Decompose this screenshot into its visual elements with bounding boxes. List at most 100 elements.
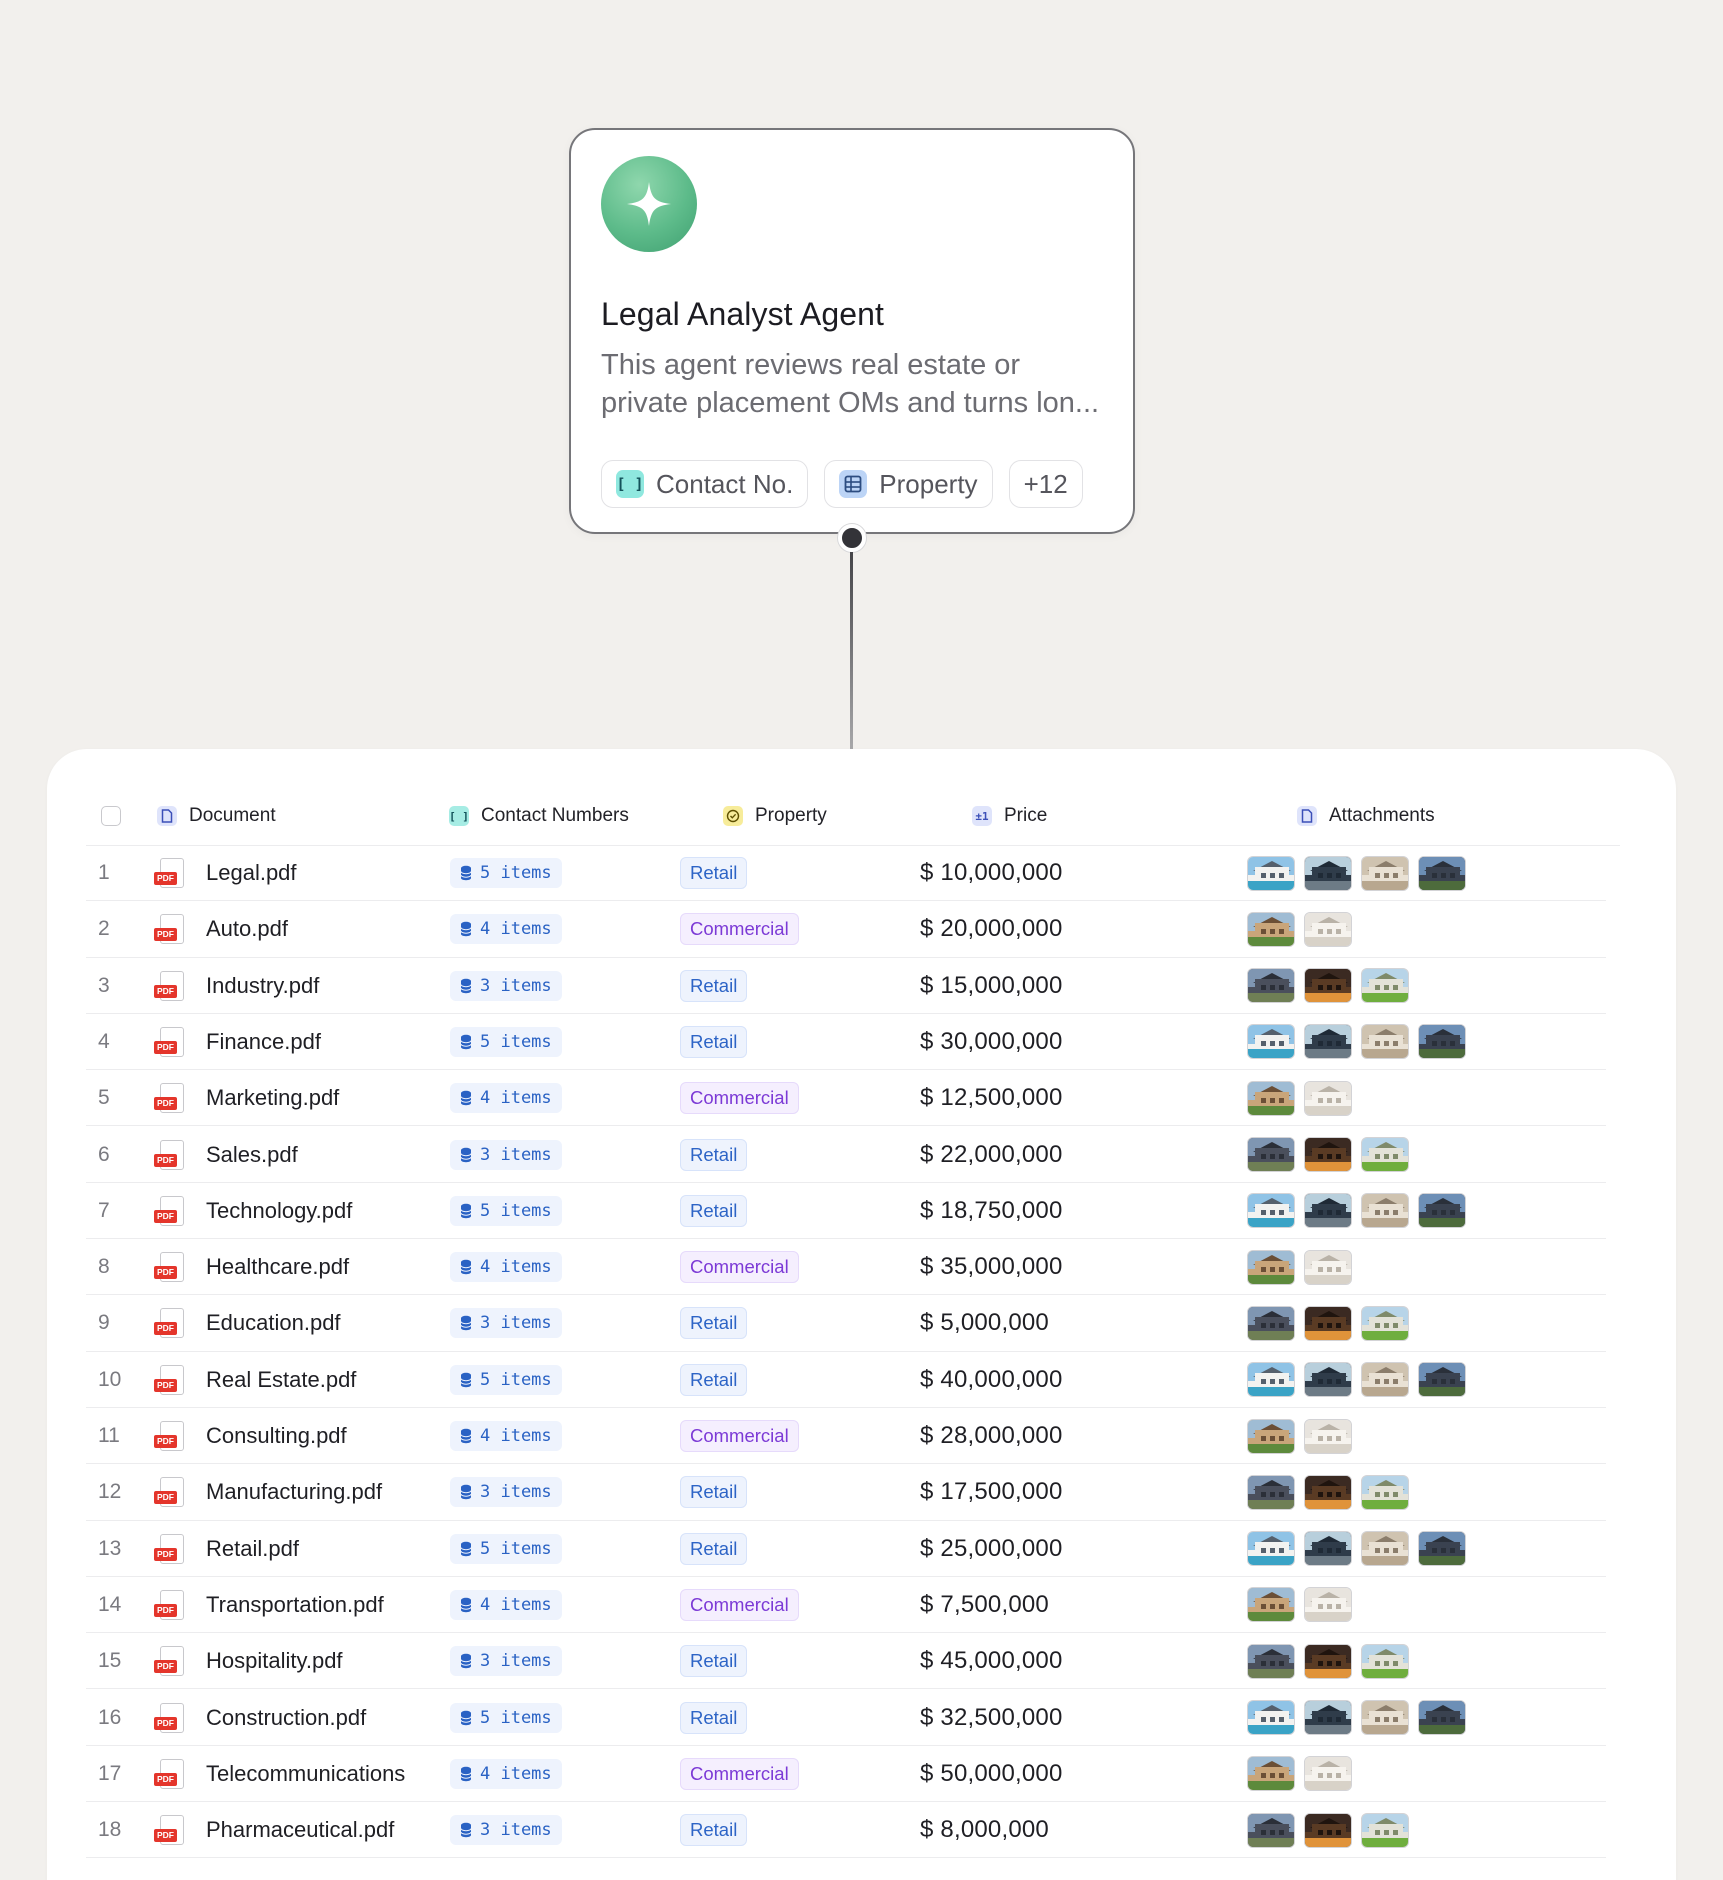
property-badge[interactable]: Retail [680, 1701, 748, 1734]
attachment-thumbnail[interactable] [1247, 1193, 1295, 1229]
table-row[interactable]: 4 PDF Finance.pdf 5 items Retail $ 30,00… [86, 1014, 1606, 1071]
attachments-cell[interactable] [1247, 1070, 1352, 1126]
attachments-cell[interactable] [1247, 1408, 1352, 1464]
attachment-thumbnail[interactable] [1304, 1474, 1352, 1510]
attachment-thumbnail[interactable] [1418, 855, 1466, 891]
attachment-thumbnail[interactable] [1361, 1812, 1409, 1848]
contact-numbers-cell[interactable]: 5 items [450, 1183, 562, 1239]
attachment-thumbnail[interactable] [1304, 1137, 1352, 1172]
attachment-thumbnail[interactable] [1418, 1531, 1466, 1567]
attachments-cell[interactable] [1247, 901, 1352, 957]
property-cell[interactable]: Retail [680, 845, 748, 901]
attachment-thumbnail[interactable] [1361, 1474, 1409, 1510]
table-row[interactable]: 17 PDF Telecommunications 4 items Commer… [86, 1746, 1606, 1803]
document-cell[interactable]: PDF Industry.pdf [154, 958, 319, 1014]
property-badge[interactable]: Retail [680, 1138, 748, 1171]
attachments-cell[interactable] [1247, 1014, 1466, 1070]
attachments-cell[interactable] [1247, 1352, 1466, 1408]
column-header-document[interactable]: Document [157, 805, 276, 827]
contact-numbers-cell[interactable]: 4 items [450, 1239, 562, 1295]
property-cell[interactable]: Commercial [680, 1408, 799, 1464]
property-badge[interactable]: Commercial [680, 1757, 799, 1790]
attachments-cell[interactable] [1247, 1577, 1352, 1633]
attachment-thumbnail[interactable] [1418, 1024, 1466, 1060]
table-row[interactable]: 7 PDF Technology.pdf 5 items Retail $ 18… [86, 1183, 1606, 1240]
items-badge[interactable]: 3 items [450, 1139, 562, 1170]
items-badge[interactable]: 4 items [450, 1758, 562, 1789]
items-badge[interactable]: 5 items [450, 1364, 562, 1395]
document-cell[interactable]: PDF Finance.pdf [154, 1014, 321, 1070]
document-cell[interactable]: PDF Manufacturing.pdf [154, 1464, 382, 1520]
attachment-thumbnail[interactable] [1304, 1305, 1352, 1341]
table-row[interactable]: 9 PDF Education.pdf 3 items Retail $ 5,0… [86, 1295, 1606, 1352]
property-cell[interactable]: Commercial [680, 1746, 799, 1802]
document-cell[interactable]: PDF Technology.pdf [154, 1183, 352, 1239]
items-badge[interactable]: 3 items [450, 1308, 562, 1339]
items-badge[interactable]: 5 items [450, 1702, 562, 1733]
attachment-thumbnail[interactable] [1304, 855, 1352, 891]
attachment-thumbnail[interactable] [1304, 1024, 1352, 1060]
attachment-thumbnail[interactable] [1361, 855, 1409, 891]
items-badge[interactable]: 4 items [450, 1083, 562, 1114]
property-cell[interactable]: Retail [680, 1633, 748, 1689]
attachment-thumbnail[interactable] [1304, 1756, 1352, 1792]
items-badge[interactable]: 4 items [450, 1421, 562, 1451]
document-cell[interactable]: PDF Retail.pdf [154, 1521, 299, 1577]
table-row[interactable]: 12 PDF Manufacturing.pdf 3 items Retail … [86, 1464, 1606, 1521]
attachment-thumbnail[interactable] [1247, 1080, 1295, 1116]
chip-property[interactable]: Property [824, 460, 993, 508]
document-cell[interactable]: PDF Education.pdf [154, 1295, 341, 1351]
attachment-thumbnail[interactable] [1304, 1193, 1352, 1229]
attachment-thumbnail[interactable] [1247, 1587, 1295, 1623]
property-cell[interactable]: Retail [680, 1183, 748, 1239]
attachment-thumbnail[interactable] [1304, 1249, 1352, 1285]
document-cell[interactable]: PDF Transportation.pdf [154, 1577, 384, 1633]
attachment-thumbnail[interactable] [1361, 1643, 1409, 1679]
contact-numbers-cell[interactable]: 4 items [450, 1577, 562, 1633]
document-cell[interactable]: PDF Healthcare.pdf [154, 1239, 349, 1295]
attachment-thumbnail[interactable] [1247, 1362, 1295, 1398]
chip-more[interactable]: +12 [1008, 460, 1083, 508]
property-cell[interactable]: Retail [680, 1127, 748, 1183]
contact-numbers-cell[interactable]: 3 items [450, 958, 562, 1014]
items-badge[interactable]: 5 items [450, 1195, 562, 1226]
items-badge[interactable]: 3 items [450, 1477, 562, 1508]
items-badge[interactable]: 3 items [450, 970, 562, 1001]
attachment-thumbnail[interactable] [1247, 1474, 1295, 1510]
items-badge[interactable]: 3 items [450, 1815, 562, 1846]
attachment-thumbnail[interactable] [1247, 1812, 1295, 1848]
attachment-thumbnail[interactable] [1304, 1587, 1352, 1623]
column-header-contact-numbers[interactable]: [ ] Contact Numbers [449, 805, 629, 827]
property-cell[interactable]: Retail [680, 1690, 748, 1746]
property-badge[interactable]: Retail [680, 1814, 748, 1847]
contact-numbers-cell[interactable]: 5 items [450, 1690, 562, 1746]
contact-numbers-cell[interactable]: 5 items [450, 845, 562, 901]
property-cell[interactable]: Retail [680, 1464, 748, 1520]
table-row[interactable]: 5 PDF Marketing.pdf 4 items Commercial $… [86, 1070, 1606, 1127]
items-badge[interactable]: 5 items [450, 1026, 562, 1057]
document-cell[interactable]: PDF Hospitality.pdf [154, 1633, 343, 1689]
attachments-cell[interactable] [1247, 1521, 1466, 1577]
table-row[interactable]: 11 PDF Consulting.pdf 4 items Commercial… [86, 1408, 1606, 1465]
items-badge[interactable]: 5 items [450, 1533, 562, 1564]
property-badge[interactable]: Retail [680, 1307, 748, 1340]
contact-numbers-cell[interactable]: 4 items [450, 1408, 562, 1464]
attachment-thumbnail[interactable] [1304, 1812, 1352, 1848]
property-badge[interactable]: Retail [680, 1645, 748, 1678]
table-row[interactable]: 8 PDF Healthcare.pdf 4 items Commercial … [86, 1239, 1606, 1296]
attachment-thumbnail[interactable] [1247, 1024, 1295, 1060]
property-badge[interactable]: Commercial [680, 1082, 799, 1115]
property-cell[interactable]: Retail [680, 1014, 748, 1070]
select-all-checkbox[interactable] [101, 806, 121, 826]
property-cell[interactable]: Commercial [680, 901, 799, 957]
contact-numbers-cell[interactable]: 4 items [450, 1746, 562, 1802]
attachment-thumbnail[interactable] [1418, 1700, 1466, 1735]
document-cell[interactable]: PDF Consulting.pdf [154, 1408, 347, 1464]
attachments-cell[interactable] [1247, 1690, 1466, 1746]
table-row[interactable]: 2 PDF Auto.pdf 4 items Commercial $ 20,0… [86, 901, 1606, 958]
attachments-cell[interactable] [1247, 1183, 1466, 1239]
contact-numbers-cell[interactable]: 3 items [450, 1464, 562, 1520]
attachments-cell[interactable] [1247, 845, 1466, 901]
items-badge[interactable]: 4 items [450, 914, 562, 945]
items-badge[interactable]: 5 items [450, 858, 562, 888]
